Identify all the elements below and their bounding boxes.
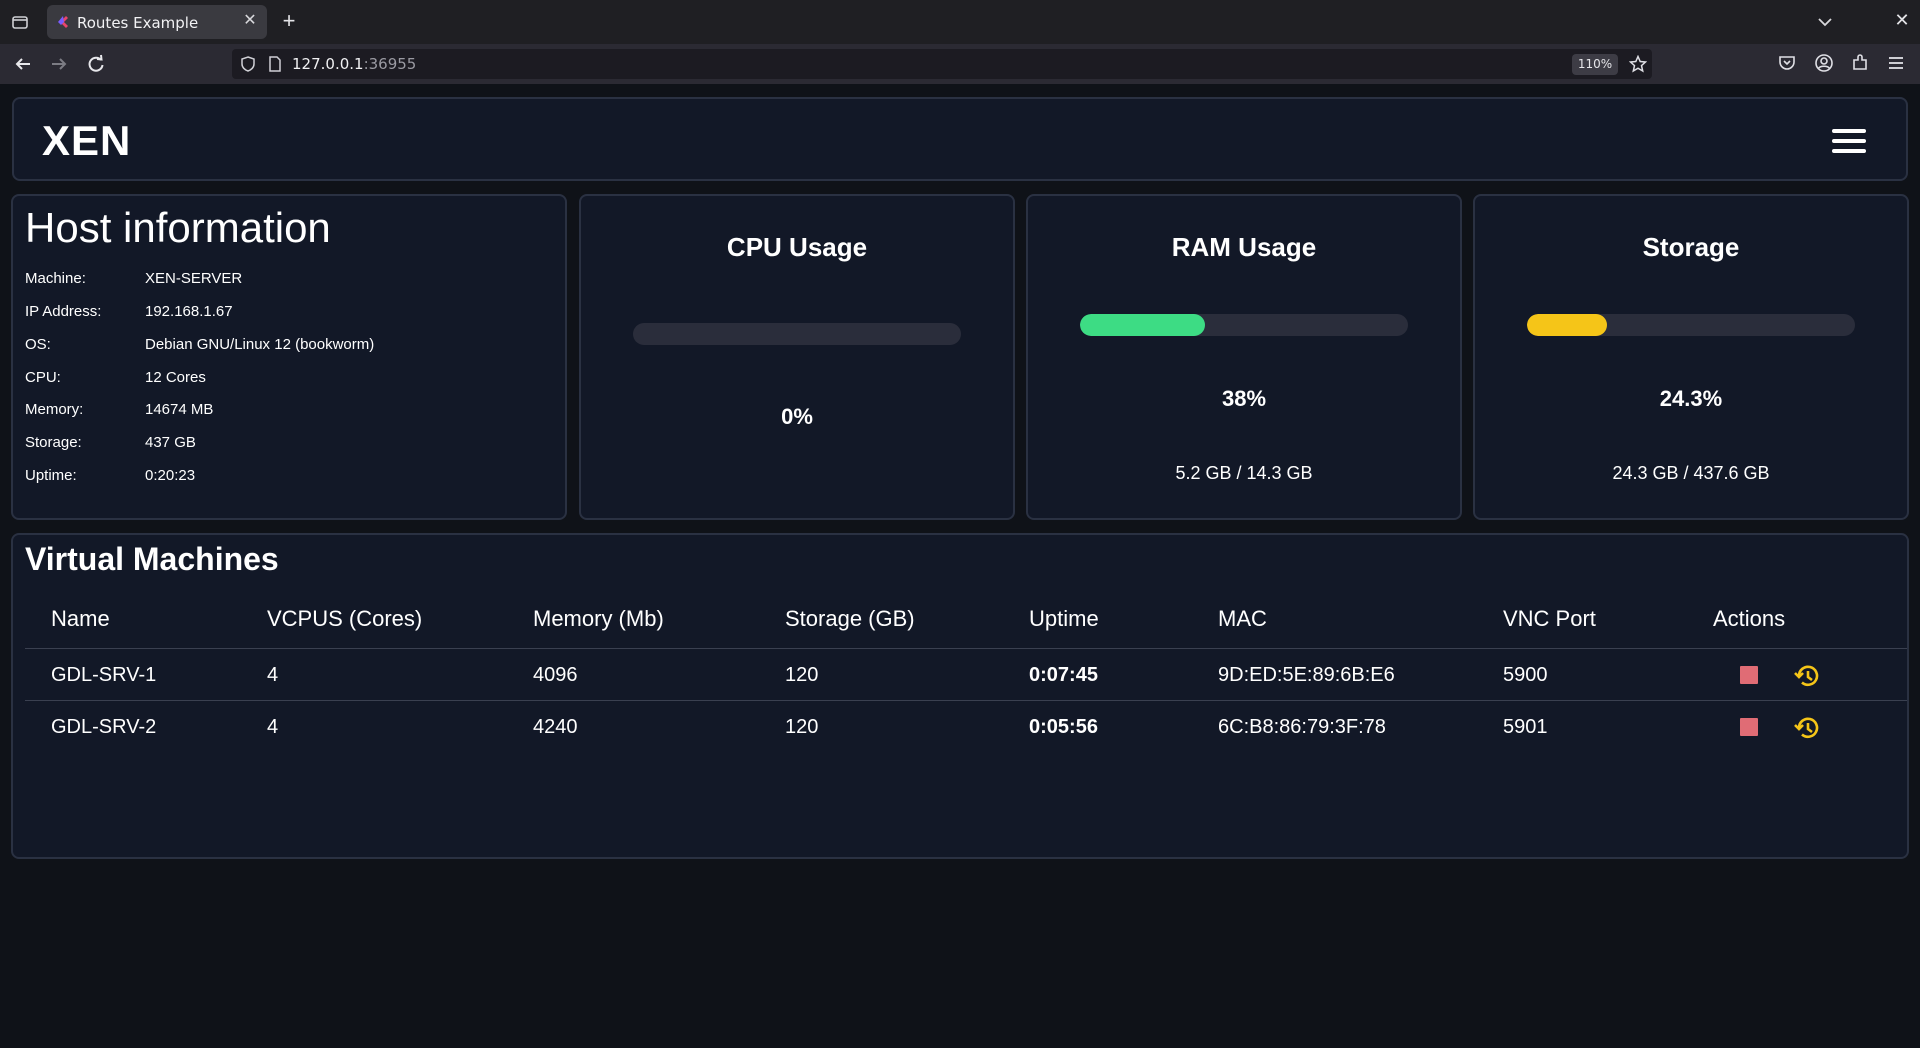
vm-name: GDL-SRV-1 bbox=[51, 664, 157, 686]
cpu-progress-bar bbox=[633, 323, 961, 345]
restart-history-icon[interactable] bbox=[1792, 713, 1822, 743]
table-row: GDL-SRV-1 4 4096 120 0:07:45 9D:ED:5E:89… bbox=[25, 649, 1907, 701]
tab-list-icon[interactable] bbox=[10, 12, 30, 32]
column-header-memory: Memory (Mb) bbox=[533, 606, 664, 631]
tab-close-icon[interactable]: ✕ bbox=[241, 12, 259, 30]
vm-vnc-port: 5901 bbox=[1503, 716, 1548, 738]
vm-storage: 120 bbox=[785, 716, 819, 738]
vm-vcpus: 4 bbox=[267, 716, 279, 738]
vm-vcpus: 4 bbox=[267, 664, 279, 686]
stop-vm-button[interactable] bbox=[1740, 718, 1758, 736]
restart-history-icon[interactable] bbox=[1792, 661, 1822, 691]
app-header: XEN bbox=[12, 97, 1908, 181]
host-label: Storage: bbox=[25, 434, 82, 451]
browser-tab[interactable]: Routes Example ✕ bbox=[47, 5, 267, 39]
hamburger-line bbox=[1832, 129, 1866, 133]
ram-progress-bar bbox=[1080, 314, 1408, 336]
host-value: 192.168.1.67 bbox=[145, 303, 233, 320]
url-text[interactable]: 127.0.0.1:36955 bbox=[292, 55, 416, 73]
host-value: 12 Cores bbox=[145, 369, 206, 386]
storage-card: Storage 24.3% 24.3 GB / 437.6 GB bbox=[1473, 194, 1909, 520]
virtual-machines-title: Virtual Machines bbox=[25, 541, 279, 577]
account-icon[interactable] bbox=[1814, 53, 1834, 73]
vm-uptime: 0:07:45 bbox=[1029, 664, 1098, 686]
chevron-down-icon[interactable] bbox=[1815, 12, 1835, 32]
host-label: Memory: bbox=[25, 401, 84, 418]
window-close-icon[interactable]: ✕ bbox=[1892, 10, 1912, 30]
virtual-machines-card: Virtual Machines Name VCPUS (Cores) Memo… bbox=[11, 533, 1909, 859]
cpu-usage-title: CPU Usage bbox=[726, 232, 868, 262]
browser-tab-bar: Routes Example ✕ + ✕ bbox=[0, 0, 1920, 44]
ram-usage-card: RAM Usage 38% 5.2 GB / 14.3 GB bbox=[1026, 194, 1462, 520]
column-header-mac: MAC bbox=[1218, 606, 1267, 631]
host-info-card: Host information Machine: XEN-SERVER IP … bbox=[11, 194, 567, 520]
favicon-icon bbox=[58, 16, 68, 28]
url-port: :36955 bbox=[363, 55, 417, 73]
storage-progress-bar bbox=[1527, 314, 1855, 336]
browser-nav-bar: 127.0.0.1:36955 110% bbox=[0, 44, 1920, 84]
host-info-title: Host information bbox=[25, 204, 331, 251]
hamburger-line bbox=[1832, 149, 1866, 153]
vm-mac: 9D:ED:5E:89:6B:E6 bbox=[1218, 664, 1395, 686]
host-label: OS: bbox=[25, 336, 51, 353]
column-header-storage: Storage (GB) bbox=[785, 606, 915, 631]
column-header-name: Name bbox=[51, 606, 110, 631]
cpu-usage-percent: 0% bbox=[781, 404, 813, 429]
ram-progress-fill bbox=[1080, 314, 1205, 336]
vm-name: GDL-SRV-2 bbox=[51, 716, 157, 738]
storage-progress-fill bbox=[1527, 314, 1607, 336]
ram-usage-percent: 38% bbox=[1221, 386, 1267, 411]
hamburger-line bbox=[1832, 139, 1866, 143]
hamburger-menu-icon[interactable] bbox=[1832, 129, 1866, 153]
table-row: GDL-SRV-2 4 4240 120 0:05:56 6C:B8:86:79… bbox=[25, 701, 1907, 753]
storage-title: Storage bbox=[1642, 232, 1740, 262]
host-value: 0:20:23 bbox=[145, 467, 196, 484]
page-icon[interactable] bbox=[268, 56, 282, 72]
column-header-vcpus: VCPUS (Cores) bbox=[267, 606, 423, 631]
vm-table-header: Name VCPUS (Cores) Memory (Mb) Storage (… bbox=[25, 589, 1907, 649]
back-icon[interactable] bbox=[12, 53, 34, 75]
host-label: Uptime: bbox=[25, 467, 77, 484]
vm-memory: 4240 bbox=[533, 716, 578, 738]
shield-icon[interactable] bbox=[240, 56, 256, 72]
host-value: 437 GB bbox=[145, 434, 196, 451]
vm-uptime: 0:05:56 bbox=[1029, 716, 1098, 738]
column-header-vnc-port: VNC Port bbox=[1503, 606, 1596, 631]
tab-title: Routes Example bbox=[77, 14, 199, 32]
storage-usage-percent: 24.3% bbox=[1659, 386, 1723, 411]
vm-memory: 4096 bbox=[533, 664, 578, 686]
column-header-uptime: Uptime bbox=[1029, 606, 1099, 631]
zoom-level-badge[interactable]: 110% bbox=[1572, 54, 1618, 75]
bookmark-star-icon[interactable] bbox=[1629, 55, 1647, 73]
cpu-usage-card: CPU Usage 0% bbox=[579, 194, 1015, 520]
vm-table: Name VCPUS (Cores) Memory (Mb) Storage (… bbox=[25, 589, 1907, 753]
extensions-icon[interactable] bbox=[1850, 53, 1870, 73]
host-label: Machine: bbox=[25, 270, 86, 287]
brand-logo[interactable]: XEN bbox=[42, 117, 131, 165]
host-label: CPU: bbox=[25, 369, 61, 386]
ram-usage-title: RAM Usage bbox=[1171, 232, 1317, 262]
host-value: 14674 MB bbox=[145, 401, 214, 418]
stop-vm-button[interactable] bbox=[1740, 666, 1758, 684]
host-value: XEN-SERVER bbox=[145, 270, 243, 287]
pocket-icon[interactable] bbox=[1777, 53, 1797, 73]
url-host: 127.0.0.1 bbox=[292, 55, 364, 73]
ram-usage-detail: 5.2 GB / 14.3 GB bbox=[1175, 463, 1313, 483]
new-tab-icon[interactable]: + bbox=[278, 10, 300, 32]
storage-usage-detail: 24.3 GB / 437.6 GB bbox=[1612, 463, 1770, 483]
column-header-actions: Actions bbox=[1713, 606, 1786, 631]
address-bar[interactable]: 127.0.0.1:36955 110% bbox=[232, 49, 1652, 79]
vm-mac: 6C:B8:86:79:3F:78 bbox=[1218, 716, 1386, 738]
reload-icon[interactable] bbox=[85, 53, 107, 75]
menu-icon[interactable] bbox=[1886, 53, 1906, 73]
host-value: Debian GNU/Linux 12 (bookworm) bbox=[145, 336, 375, 353]
host-label: IP Address: bbox=[25, 303, 102, 320]
vm-vnc-port: 5900 bbox=[1503, 664, 1548, 686]
forward-icon[interactable] bbox=[48, 53, 70, 75]
vm-storage: 120 bbox=[785, 664, 819, 686]
